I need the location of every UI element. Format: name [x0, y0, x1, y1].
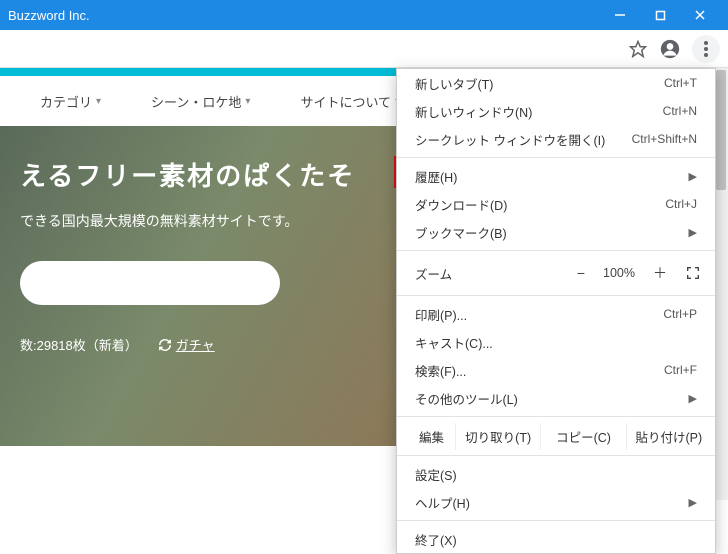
- gacha-label: ガチャ: [176, 335, 215, 354]
- browser-toolbar: [0, 30, 728, 68]
- menu-history[interactable]: 履歴(H) ▶: [397, 162, 715, 190]
- chevron-down-icon: ▾: [245, 96, 250, 107]
- menu-more-tools[interactable]: その他のツール(L) ▶: [397, 384, 715, 412]
- menu-label: 履歴(H): [415, 167, 457, 186]
- menu-new-window[interactable]: 新しいウィンドウ(N) Ctrl+N: [397, 97, 715, 125]
- zoom-label: ズーム: [415, 264, 452, 283]
- menu-label: 検索(F)...: [415, 361, 466, 380]
- menu-incognito[interactable]: シークレット ウィンドウを開く(I) Ctrl+Shift+N: [397, 125, 715, 153]
- maximize-button[interactable]: [640, 0, 680, 30]
- menu-label: その他のツール(L): [415, 389, 518, 408]
- menu-label: 設定(S): [415, 465, 457, 484]
- menu-new-tab[interactable]: 新しいタブ(T) Ctrl+T: [397, 69, 715, 97]
- window-titlebar: Buzzword Inc.: [0, 0, 728, 30]
- fullscreen-button[interactable]: [685, 265, 701, 281]
- menu-shortcut: Ctrl+N: [663, 104, 697, 118]
- menu-label: シークレット ウィンドウを開く(I): [415, 130, 605, 149]
- nav-category[interactable]: カテゴリ ▾: [40, 92, 101, 111]
- submenu-arrow-icon: ▶: [689, 170, 697, 183]
- edit-copy[interactable]: コピー(C): [540, 423, 625, 450]
- menu-separator: [397, 157, 715, 158]
- menu-label: 印刷(P)...: [415, 305, 467, 324]
- menu-bookmarks[interactable]: ブックマーク(B) ▶: [397, 218, 715, 246]
- nav-label: カテゴリ: [40, 92, 92, 111]
- scrollbar-thumb[interactable]: [716, 70, 726, 190]
- menu-label: 終了(X): [415, 530, 457, 549]
- edit-paste[interactable]: 貼り付け(P): [626, 423, 711, 450]
- menu-shortcut: Ctrl+P: [663, 307, 697, 321]
- submenu-arrow-icon: ▶: [689, 496, 697, 509]
- menu-exit[interactable]: 終了(X): [397, 525, 715, 553]
- edit-cut[interactable]: 切り取り(T): [455, 423, 540, 450]
- more-button[interactable]: [692, 35, 720, 63]
- star-icon[interactable]: [628, 39, 648, 59]
- menu-separator: [397, 295, 715, 296]
- nav-scene[interactable]: シーン・ロケ地 ▾: [151, 92, 250, 111]
- menu-cast[interactable]: キャスト(C)...: [397, 328, 715, 356]
- menu-label: 新しいウィンドウ(N): [415, 102, 532, 121]
- menu-label: キャスト(C)...: [415, 333, 493, 352]
- menu-shortcut: Ctrl+Shift+N: [632, 132, 697, 146]
- chevron-down-icon: ▾: [96, 96, 101, 107]
- count-label: 数:29818枚（新着）: [20, 335, 138, 354]
- submenu-arrow-icon: ▶: [689, 392, 697, 405]
- menu-label: ブックマーク(B): [415, 223, 507, 242]
- menu-print[interactable]: 印刷(P)... Ctrl+P: [397, 300, 715, 328]
- menu-label: 新しいタブ(T): [415, 74, 493, 93]
- nav-about[interactable]: サイトについて▾: [300, 92, 400, 111]
- window-controls: [600, 0, 720, 30]
- gacha-button[interactable]: ガチャ: [158, 335, 215, 354]
- submenu-arrow-icon: ▶: [689, 226, 697, 239]
- edit-label: 編集: [401, 427, 455, 446]
- menu-shortcut: Ctrl+F: [664, 363, 697, 377]
- menu-label: ヘルプ(H): [415, 493, 470, 512]
- nav-label: サイトについて: [300, 92, 391, 111]
- browser-menu: 新しいタブ(T) Ctrl+T 新しいウィンドウ(N) Ctrl+N シークレット …: [396, 68, 716, 554]
- menu-separator: [397, 250, 715, 251]
- menu-settings[interactable]: 設定(S): [397, 460, 715, 488]
- vertical-scrollbar[interactable]: [714, 68, 728, 500]
- close-button[interactable]: [680, 0, 720, 30]
- menu-help[interactable]: ヘルプ(H) ▶: [397, 488, 715, 516]
- menu-edit-row: 編集 切り取り(T) コピー(C) 貼り付け(P): [397, 421, 715, 451]
- menu-separator: [397, 520, 715, 521]
- window-title: Buzzword Inc.: [8, 8, 600, 23]
- menu-shortcut: Ctrl+T: [664, 76, 697, 90]
- menu-shortcut: Ctrl+J: [665, 197, 697, 211]
- refresh-icon: [158, 338, 172, 352]
- minimize-button[interactable]: [600, 0, 640, 30]
- search-pill[interactable]: [20, 261, 280, 305]
- menu-separator: [397, 416, 715, 417]
- profile-icon[interactable]: [660, 39, 680, 59]
- menu-zoom: ズーム − 100% ＋: [397, 255, 715, 291]
- zoom-percent: 100%: [603, 266, 635, 280]
- menu-label: ダウンロード(D): [415, 195, 507, 214]
- menu-downloads[interactable]: ダウンロード(D) Ctrl+J: [397, 190, 715, 218]
- menu-find[interactable]: 検索(F)... Ctrl+F: [397, 356, 715, 384]
- zoom-in-button[interactable]: ＋: [653, 263, 667, 283]
- menu-separator: [397, 455, 715, 456]
- nav-label: シーン・ロケ地: [151, 92, 241, 111]
- zoom-out-button[interactable]: −: [577, 265, 585, 281]
